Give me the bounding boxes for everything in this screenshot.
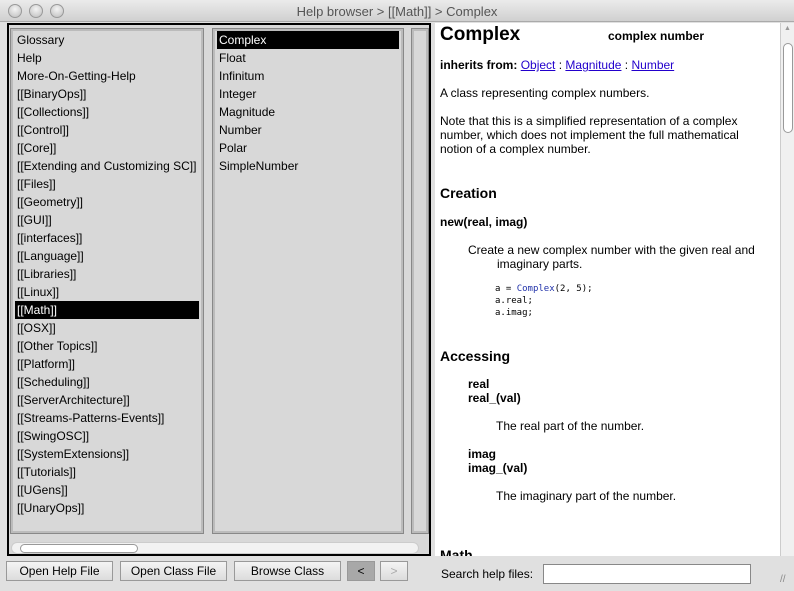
- category-item[interactable]: [[BinaryOps]]: [15, 85, 199, 103]
- category-item[interactable]: [[Language]]: [15, 247, 199, 265]
- code-line: a.imag;: [495, 308, 533, 318]
- heading-creation: Creation: [440, 185, 497, 201]
- category-item[interactable]: [[Files]]: [15, 175, 199, 193]
- inherits-line: inherits from: Object : Magnitude : Numb…: [440, 58, 674, 72]
- open-class-file-button[interactable]: Open Class File: [120, 561, 227, 581]
- category-item[interactable]: [[UGens]]: [15, 481, 199, 499]
- sep: :: [624, 58, 629, 72]
- code-example: a = Complex(2, 5); a.real; a.imag;: [495, 283, 593, 319]
- search-input[interactable]: [543, 564, 751, 584]
- method-imag-setter: imag_(val): [468, 461, 528, 475]
- class-item[interactable]: Number: [217, 121, 399, 139]
- search-label: Search help files:: [441, 567, 534, 581]
- vertical-scrollbar[interactable]: ▲: [780, 23, 794, 556]
- heading-math: Math: [440, 547, 473, 556]
- method-imag: imag: [468, 447, 497, 461]
- category-item[interactable]: [[ServerArchitecture]]: [15, 391, 199, 409]
- new-desc: Create a new complex number with the giv…: [468, 243, 755, 257]
- scroll-thumb[interactable]: [20, 544, 138, 553]
- category-item[interactable]: [[UnaryOps]]: [15, 499, 199, 517]
- category-item[interactable]: [[Core]]: [15, 139, 199, 157]
- class-item[interactable]: Infinitum: [217, 67, 399, 85]
- imag-desc: The imaginary part of the number.: [496, 489, 677, 503]
- category-item[interactable]: [[Scheduling]]: [15, 373, 199, 391]
- code-line: a.real;: [495, 296, 533, 306]
- category-item[interactable]: [[Extending and Customizing SC]]: [15, 157, 199, 175]
- category-item[interactable]: [[Tutorials]]: [15, 463, 199, 481]
- category-item[interactable]: [[SystemExtensions]]: [15, 445, 199, 463]
- category-item[interactable]: [[Linux]]: [15, 283, 199, 301]
- new-desc-2: imaginary parts.: [497, 257, 583, 271]
- back-button[interactable]: <: [347, 561, 375, 581]
- sep: :: [558, 58, 563, 72]
- summary: A class representing complex numbers.: [440, 86, 650, 100]
- category-item[interactable]: Glossary: [15, 31, 199, 49]
- link-magnitude[interactable]: Magnitude: [565, 58, 621, 72]
- class-item[interactable]: Complex: [217, 31, 399, 49]
- horizontal-scrollbar[interactable]: [11, 542, 419, 554]
- class-item[interactable]: Magnitude: [217, 103, 399, 121]
- scroll-thumb[interactable]: [783, 43, 793, 133]
- category-item[interactable]: Help: [15, 49, 199, 67]
- code-line: a = Complex(2, 5);: [495, 284, 593, 294]
- class-item[interactable]: Integer: [217, 85, 399, 103]
- doc-subtitle: complex number: [608, 29, 705, 43]
- category-item[interactable]: [[interfaces]]: [15, 229, 199, 247]
- window-title: Help browser > [[Math]] > Complex: [296, 4, 498, 19]
- resize-grip-icon[interactable]: //: [780, 574, 786, 585]
- browse-class-button[interactable]: Browse Class: [234, 561, 341, 581]
- category-item[interactable]: [[Streams-Patterns-Events]]: [15, 409, 199, 427]
- category-item[interactable]: More-On-Getting-Help: [15, 67, 199, 85]
- scroll-up-icon[interactable]: ▲: [784, 25, 791, 32]
- forward-button[interactable]: >: [380, 561, 408, 581]
- subclass-list[interactable]: [411, 28, 429, 534]
- heading-accessing: Accessing: [440, 348, 511, 364]
- category-item[interactable]: [[Platform]]: [15, 355, 199, 373]
- open-help-file-button[interactable]: Open Help File: [6, 561, 113, 581]
- category-item[interactable]: [[Geometry]]: [15, 193, 199, 211]
- category-item[interactable]: [[Math]]: [15, 301, 199, 319]
- class-list[interactable]: Complex Float Infinitum Integer Magnitude Num…: [212, 28, 404, 534]
- method-real: real: [468, 377, 490, 391]
- class-item[interactable]: SimpleNumber: [217, 157, 399, 175]
- doc-title: Complex: [440, 24, 521, 45]
- category-item[interactable]: [[OSX]]: [15, 319, 199, 337]
- category-item[interactable]: [[Other Topics]]: [15, 337, 199, 355]
- class-item[interactable]: Float: [217, 49, 399, 67]
- category-item[interactable]: [[GUI]]: [15, 211, 199, 229]
- method-real-setter: real_(val): [468, 391, 521, 405]
- real-desc: The real part of the number.: [496, 419, 645, 433]
- help-document: Complex complex number inherits from: Ob…: [435, 23, 780, 556]
- class-item[interactable]: Polar: [217, 139, 399, 157]
- category-item[interactable]: [[SwingOSC]]: [15, 427, 199, 445]
- link-number[interactable]: Number: [631, 58, 674, 72]
- category-item[interactable]: [[Collections]]: [15, 103, 199, 121]
- method-new: new(real, imag): [440, 215, 528, 229]
- inherits-label: inherits from:: [440, 58, 518, 72]
- category-item[interactable]: [[Control]]: [15, 121, 199, 139]
- browser-panel: Glossary Help More-On-Getting-Help [[Binary…: [7, 23, 431, 556]
- title-bar: Help browser > [[Math]] > Complex: [0, 0, 794, 22]
- category-list[interactable]: Glossary Help More-On-Getting-Help [[Binary…: [10, 28, 204, 534]
- link-object[interactable]: Object: [521, 58, 556, 72]
- category-item[interactable]: [[Libraries]]: [15, 265, 199, 283]
- note: Note that this is a simplified represent…: [440, 114, 739, 156]
